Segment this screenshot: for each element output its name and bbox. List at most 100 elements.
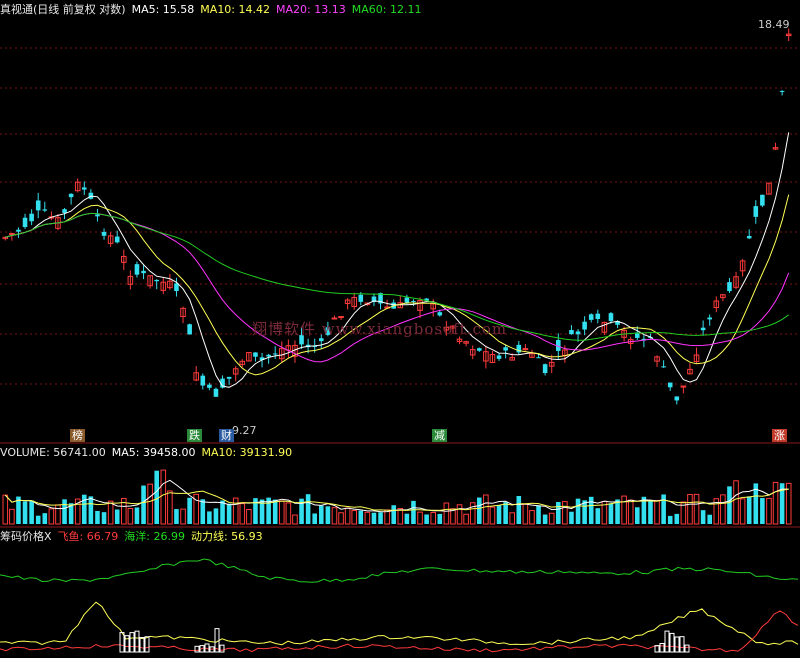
- candle-body-down: [582, 321, 587, 330]
- volume-bar-down: [411, 500, 416, 524]
- candle-body-down: [700, 327, 706, 331]
- dongli-value: 动力线: 56.93: [190, 530, 263, 543]
- volume-bar-down: [516, 495, 522, 524]
- volume-bar-down: [378, 512, 383, 524]
- volume-bar-down: [496, 504, 502, 524]
- volume-bar-down: [82, 494, 87, 524]
- volume-bar-up: [285, 502, 292, 525]
- price-low-label: 9.27: [232, 424, 257, 437]
- indicator-lines: [0, 558, 799, 653]
- volume-bar-down: [648, 500, 653, 524]
- volume-bar-up: [107, 500, 114, 525]
- volume-bar-up: [766, 497, 772, 525]
- candle-body-down: [272, 353, 278, 355]
- candle-body-down: [727, 282, 732, 292]
- indicator-histogram-bar: [144, 636, 150, 653]
- volume-bar-down: [424, 514, 429, 524]
- volume-header: VOLUME: 56741.00 MA5: 39458.00 MA10: 39131…: [0, 446, 298, 459]
- volume-bar-down: [141, 485, 146, 524]
- volume-bar-up: [483, 494, 489, 525]
- moving-average-lines: [5, 132, 790, 388]
- candle-body-down: [707, 317, 712, 320]
- volume-bar-up: [279, 500, 285, 525]
- volume-bar-down: [101, 512, 107, 524]
- volume-bar-down: [569, 511, 574, 524]
- volume-value: VOLUME: 56741.00: [0, 446, 106, 459]
- event-badge-bang[interactable]: 榜: [70, 429, 85, 442]
- volume-bar-down: [358, 510, 364, 524]
- volume-bar-down: [95, 510, 100, 524]
- candle-body-down: [22, 217, 28, 228]
- volume-bar-up: [654, 499, 660, 525]
- volume-bar-down: [760, 498, 765, 524]
- volume-bar-up: [48, 508, 55, 525]
- volume-bar-up: [344, 507, 351, 525]
- indicator-histogram-bar: [194, 645, 200, 653]
- volume-bar-down: [746, 496, 752, 524]
- candle-body-down: [746, 236, 752, 239]
- candle-body-down: [608, 313, 614, 321]
- event-badge-cai[interactable]: 财: [219, 429, 234, 442]
- candle-body-down: [477, 348, 482, 351]
- candle-body-down: [266, 354, 271, 357]
- volume-bar-up: [430, 511, 436, 525]
- volume-bar-down: [588, 496, 594, 524]
- volume-bar-up: [160, 469, 167, 525]
- ma60-value: MA60: 12.11: [351, 3, 422, 16]
- volume-bar-down: [319, 505, 324, 524]
- event-badge-zhang[interactable]: 涨: [772, 429, 787, 442]
- volume-bar-up: [292, 514, 298, 525]
- volume-bar-up: [127, 507, 134, 525]
- volume-bar-down: [707, 514, 712, 524]
- indicator-histogram-bar: [679, 636, 685, 653]
- volume-bar-down: [404, 513, 410, 524]
- volume-bar-down: [391, 505, 396, 524]
- volume-bar-up: [147, 483, 153, 525]
- candle-body-down: [101, 231, 107, 236]
- candle-body-down: [595, 313, 601, 320]
- indicator-histogram-bar: [664, 630, 670, 653]
- candle-body-down: [35, 200, 41, 211]
- volume-ma10-line: [4, 488, 789, 511]
- volume-bar-down: [503, 502, 508, 524]
- candle-body-down: [95, 214, 100, 217]
- indicator-histogram-bar: [669, 632, 675, 653]
- candle-body-down: [674, 396, 680, 401]
- volume-bar-up: [2, 494, 9, 525]
- volume-bar-up: [739, 498, 746, 525]
- ma5-value: MA5: 15.58: [131, 3, 195, 16]
- candle-body-down: [661, 366, 666, 368]
- volume-ma5-value: MA5: 39458.00: [111, 446, 196, 459]
- candle-body-down: [437, 312, 443, 316]
- volume-bar-down: [134, 507, 140, 524]
- candle-body-down: [569, 330, 574, 335]
- volume-bar-down: [305, 494, 311, 524]
- candle-body-down: [667, 382, 673, 388]
- candle-body-down: [411, 300, 416, 302]
- candle-body-down: [588, 314, 594, 320]
- feiyu-value: 飞鱼: 66.79: [57, 530, 119, 543]
- volume-bar-down: [187, 497, 192, 524]
- volume-bar-down: [727, 486, 732, 524]
- volume-bar-down: [575, 498, 581, 524]
- volume-bar-down: [62, 499, 67, 524]
- candle-body-down: [200, 375, 206, 386]
- ma10-line: [5, 194, 790, 376]
- indicator-histogram-bar: [674, 636, 680, 653]
- volume-bar-up: [469, 502, 476, 525]
- volume-bar-up: [9, 508, 15, 525]
- event-badge-die[interactable]: 跌: [187, 429, 202, 442]
- volume-bar-down: [700, 510, 706, 524]
- candle-body-down: [226, 376, 232, 379]
- volume-bar-up: [397, 508, 404, 525]
- volume-ma10-value: MA10: 39131.90: [201, 446, 293, 459]
- event-badge-jian[interactable]: 减: [432, 429, 447, 442]
- candle-body-down: [536, 357, 541, 359]
- main-chart-header: 真视通(日线 前复权 对数) MA5: 15.58 MA10: 14.42 MA20:…: [0, 3, 427, 16]
- candle-body-down: [542, 364, 548, 374]
- candle-body-down: [68, 193, 74, 198]
- volume-bar-down: [674, 513, 680, 524]
- volume-bar-down: [272, 499, 278, 524]
- volume-bar-down: [477, 497, 482, 524]
- volume-bar-down: [437, 513, 443, 524]
